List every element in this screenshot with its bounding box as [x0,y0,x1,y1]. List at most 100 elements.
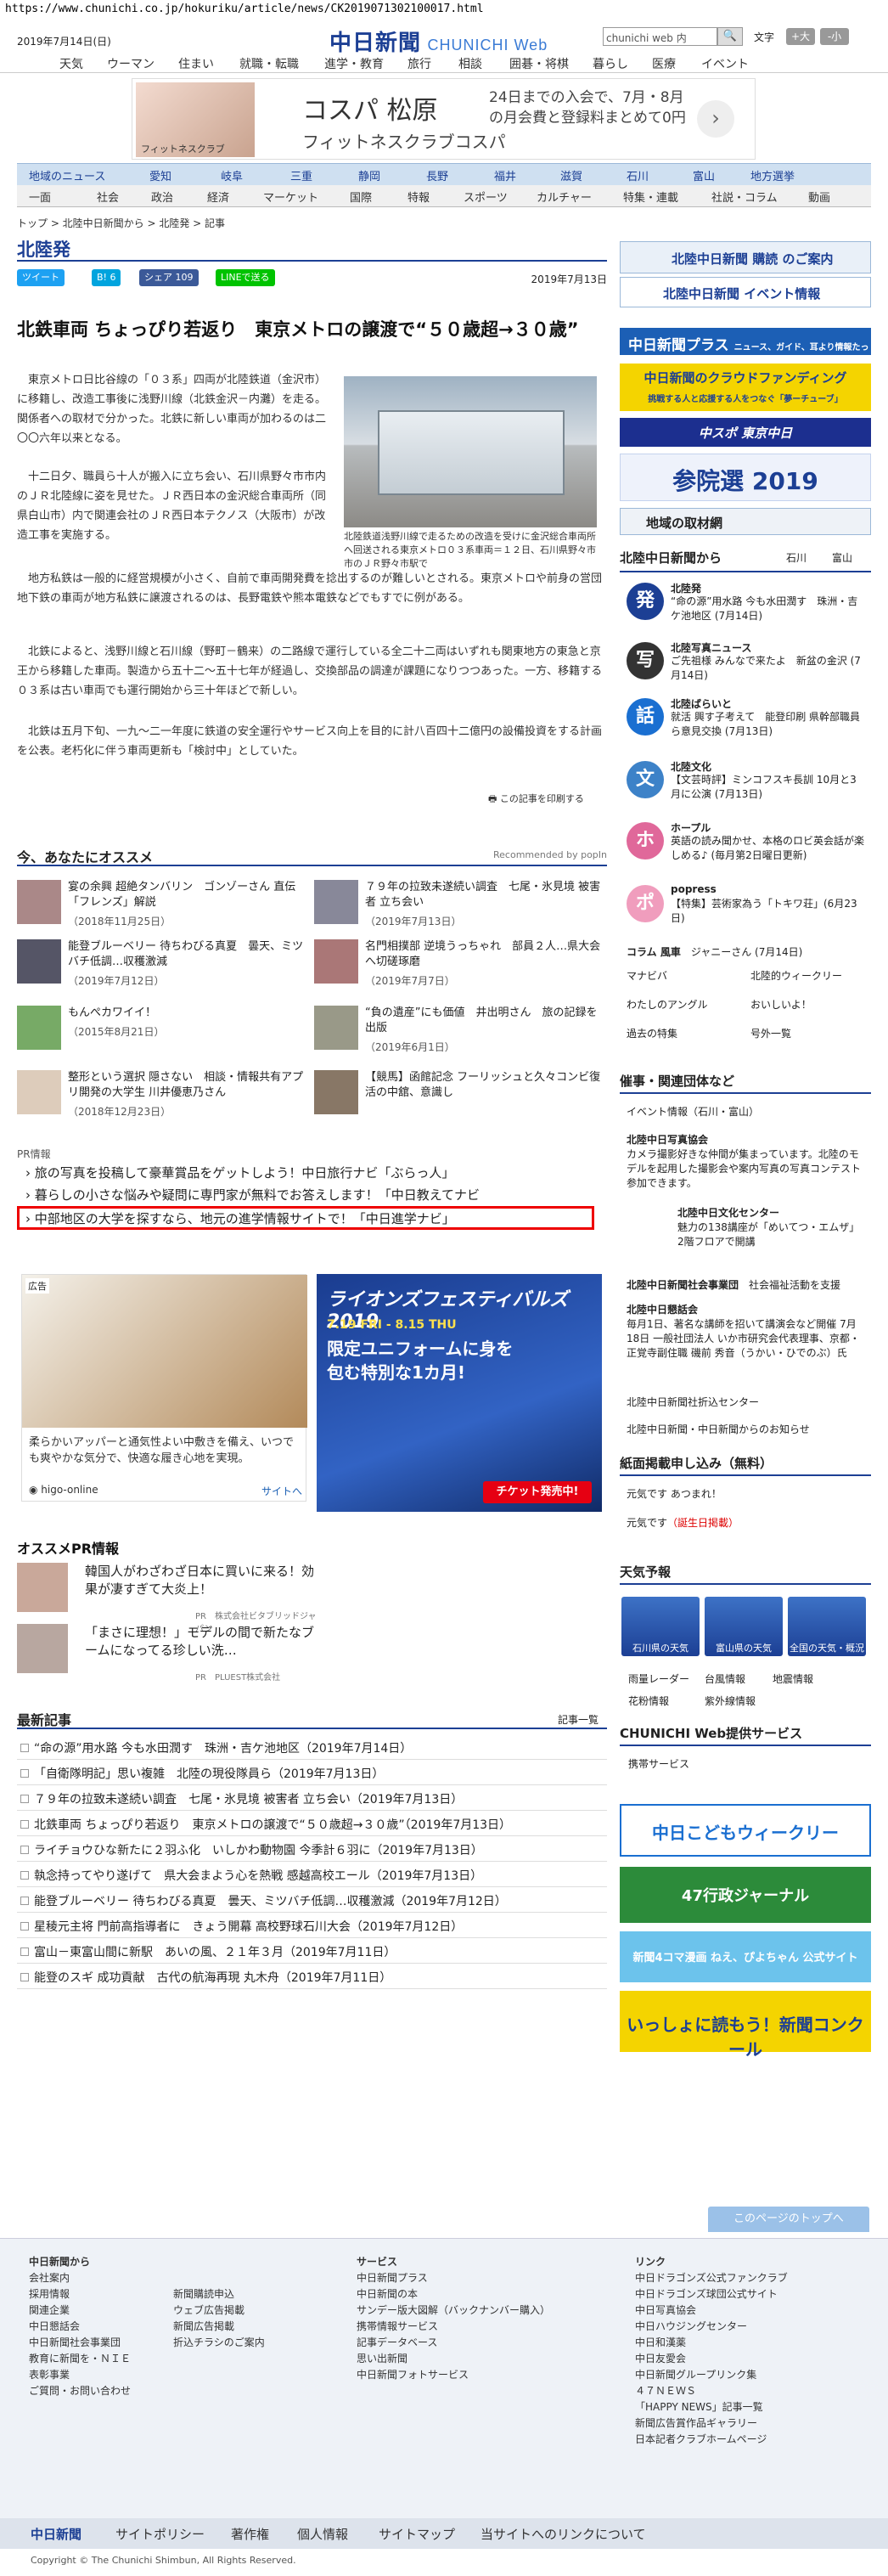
gnav-item[interactable]: 旅行 [407,55,431,72]
category-item[interactable]: 一面 [29,189,51,205]
section-row[interactable]: 発北陸発 “命の源”用水路 今も水田潤す 珠洲・吉ケ池地区 (7月14日) [620,581,871,623]
news-item[interactable]: 富山－東富山間に新駅 あいの風、２１年３月（2019年7月11日） [17,1938,607,1964]
popin-credit[interactable]: Recommended by popIn [493,849,607,860]
footer-link[interactable]: 中日友愛会 [635,2351,788,2367]
gnav-item[interactable]: 進学・教育 [324,55,384,72]
pr-item[interactable]: 韓国人がわざわざ日本に買いに来る！効果が凄すぎて大炎上！ PR 株式会社ビタブリッ… [17,1563,323,1634]
event-entry[interactable]: 北陸中日懇話会 毎月1日、著名な講師を招いて講演会など開催 7月18日 一般社団法… [627,1303,864,1361]
news-item[interactable]: 能登のスギ 成功貢献 古代の航海再現 丸木舟（2019年7月11日） [17,1964,607,1989]
footer-link[interactable]: 教育に新聞を・ＮＩＥ [29,2351,131,2367]
event-banner[interactable]: 北陸中日新聞 イベント情報 [620,277,871,307]
gnav-item[interactable]: 医療 [652,55,676,72]
news-item[interactable]: 星稜元主将 門前高指導者に きょう開幕 高校野球石川大会（2019年7月12日） [17,1913,607,1938]
footer-link[interactable]: 関連企業 [29,2303,131,2319]
event-info-link[interactable]: イベント情報（石川・富山） [627,1104,759,1119]
section-row[interactable]: 話北陸ばらいと 就活 興す子考えて 能登印刷 県幹部職員ら意見交換 (7月13日) [620,696,871,739]
weather-national[interactable]: 全国の天気・概況 [788,1597,866,1656]
footer-link[interactable]: 携帯情報サービス [357,2319,550,2335]
recommend-item[interactable]: “負の遺産”にも価値 井出明さん 旅の記録を出版 （2019年6月1日） [314,1006,603,1057]
category-item[interactable]: 政治 [151,189,173,205]
election-banner[interactable]: 参院選 2019 [620,454,871,501]
recommend-item[interactable]: 能登ブルーベリー 待ちわびる真夏 曇天、ミツバチ低調…収穫激減 （2019年7月1… [17,939,306,990]
footer-link[interactable]: 思い出新聞 [357,2351,550,2367]
pr-item[interactable]: 「まさに理想！」モデルの間で新たなブームになってる珍しい洗… PR PLUEST株… [17,1624,323,1683]
grid-link[interactable]: おいしいよ！ [750,997,812,1012]
footer-link[interactable]: 「HAPPY NEWS」記事一覧 [635,2399,788,2415]
tweet-button[interactable]: ツイート [17,269,65,286]
gnav-item[interactable]: 住まい [178,55,214,72]
category-item[interactable]: 社会 [97,189,119,205]
weather-link[interactable]: 花粉情報 [628,1694,669,1708]
chuspo-banner[interactable]: 中スポ 東京中日 [620,418,871,447]
column-link[interactable]: コラム 風車 ジャニーさん (7月14日) [627,944,802,959]
kodomo-weekly-banner[interactable]: 中日こどもウィークリー [620,1804,871,1857]
plus-banner[interactable]: 中日新聞プラス ニュース、ガイド、耳より情報たっぷりさん [620,328,871,369]
shoe-ad[interactable]: 広告 柔らかいアッパーと通気性よい中敷きを備え、いつでも爽やかな気分で、快適な履… [21,1274,307,1502]
region-item[interactable]: 富山 [693,167,715,183]
grid-link[interactable]: 過去の特集 [627,1026,677,1040]
weather-link[interactable]: 雨量レーダー [628,1671,689,1686]
recommend-item[interactable]: ７９年の拉致未遂続い調査 七尾・氷見境 被害者 立ち会い （2019年7月13日） [314,880,603,931]
footer-link[interactable]: 日本記者クラブホームページ [635,2432,788,2448]
footer-link[interactable]: 採用情報 [29,2286,131,2303]
crowdfunding-banner[interactable]: 中日新聞のクラウドファンディング 挑戦する人と応援する人をつなぐ「夢ーチューブ」 [620,364,871,411]
lions-ad[interactable]: ライオンズフェスティバルズ2019 7.19 FRI - 8.15 THU 限定… [317,1274,602,1512]
weather-link[interactable]: 紫外線情報 [705,1694,756,1708]
print-link[interactable]: 🖶 この記事を印刷する [488,792,584,808]
footer-bar-link[interactable]: サイトポリシー [115,2525,205,2543]
tab-ishikawa[interactable]: 石川 [786,550,807,565]
category-item[interactable]: 国際 [350,189,372,205]
footer-link[interactable]: 新聞広告掲載 [173,2319,265,2335]
section-row[interactable]: ホホープル 英語の読み聞かせ、本格のロビ英会話が楽しめる♪ (毎月第2日曜日更新) [620,820,871,863]
region-news-link[interactable]: 地域の取材網 [620,508,871,535]
ticket-button[interactable]: チケット発売中! [483,1481,592,1503]
all-articles-link[interactable]: 記事一覧 [558,1712,599,1727]
category-item[interactable]: 特報 [407,189,430,205]
region-item[interactable]: 地域のニュース [29,167,105,183]
category-item[interactable]: 特集・連載 [623,189,678,205]
notice-link[interactable]: 北陸中日新聞・中日新聞からのお知らせ [627,1422,810,1436]
region-item[interactable]: 岐阜 [221,167,243,183]
footer-link[interactable]: 新聞購読申込 [173,2286,265,2303]
news-item[interactable]: ７９年の拉致未遂続い調査 七尾・氷見境 被害者 立ち会い（2019年7月13日） [17,1785,607,1811]
news-item[interactable]: 能登ブルーベリー 待ちわびる真夏 曇天、ミツバチ低調…収穫激減（2019年7月1… [17,1887,607,1913]
nie-contest-banner[interactable]: いっしょに読もう！新聞コンクール [620,1991,871,2060]
region-item[interactable]: 長野 [426,167,448,183]
news-item[interactable]: 執念持ってやり遂げて 県大会まよう心を熱戦 感越高校エール（2019年7月13日… [17,1862,607,1887]
tab-toyama[interactable]: 富山 [832,550,852,565]
section-row[interactable]: ポ popress 【特集】芸術家為う「トキワ荘」(6月23日) [620,883,871,926]
recommend-item[interactable]: 【競馬】函館記念 フーリッシュと久々コンビ復活の中舘、意識し [314,1070,603,1121]
news-item[interactable]: 北鉄車両 ちょっぴり若返り 東京メトロの譲渡で“５０歳超→３０歳”（2019年7… [17,1811,607,1836]
news-item[interactable]: “命の源”用水路 今も水田潤す 珠洲・吉ケ池地区（2019年7月14日） [17,1734,607,1760]
breadcrumb[interactable]: トップ > 北陸中日新聞から > 北陸発 > 記事 [17,216,225,230]
grid-link[interactable]: マナビバ [627,968,667,983]
region-item[interactable]: 地方選挙 [750,167,795,183]
footer-link[interactable]: 中日和漢薬 [635,2335,788,2351]
gnav-item[interactable]: イベント [701,55,749,72]
region-item[interactable]: 福井 [494,167,516,183]
search-icon[interactable]: 🔍 [717,27,743,46]
pr-link[interactable]: › 旅の写真を投稿して豪華賞品をゲットしよう！中日旅行ナビ「ぶらっ人」 [25,1164,454,1181]
weather-toyama[interactable]: 富山県の天気 [705,1597,783,1656]
footer-bar-link[interactable]: 著作権 [231,2525,269,2543]
footer-link[interactable]: 中日ドラゴンズ球団公式サイト [635,2286,788,2303]
section-row[interactable]: 文北陸文化 【文芸時評】ミンコフスキ長訓 10月と3月に公演 (7月13日) [620,759,871,802]
event-entry[interactable]: 北陸中日新聞社会事業団 社会福祉活動を支援 [627,1277,864,1292]
gnav-item[interactable]: 就職・転職 [239,55,299,72]
category-item[interactable]: 動画 [808,189,830,205]
grid-link[interactable]: わたしのアングル [627,997,708,1012]
apply-link[interactable]: 元気です あつまれ！ [627,1486,722,1501]
search-input[interactable]: chunichi web 内 [603,27,717,46]
region-item[interactable]: 愛知 [149,167,171,183]
font-plus-button[interactable]: +大 [786,28,815,45]
apply-link[interactable]: 元気です（誕生日掲載） [627,1515,739,1530]
footer-logo[interactable]: 中日新聞 [31,2525,81,2543]
grid-link[interactable]: 北陸的ウィークリー [750,968,842,983]
region-item[interactable]: 滋賀 [560,167,582,183]
back-to-top-button[interactable]: このページのトップへ [708,2207,869,2232]
footer-link[interactable]: 中日懇話会 [29,2319,131,2335]
news-item[interactable]: ライチョウひな新たに２羽ふ化 いしかわ動物園 今季計６羽に（2019年7月13日… [17,1836,607,1862]
gnav-item[interactable]: 天気 [59,55,83,72]
footer-link[interactable]: 記事データベース [357,2335,550,2351]
category-item[interactable]: 社説・コラム [711,189,778,205]
